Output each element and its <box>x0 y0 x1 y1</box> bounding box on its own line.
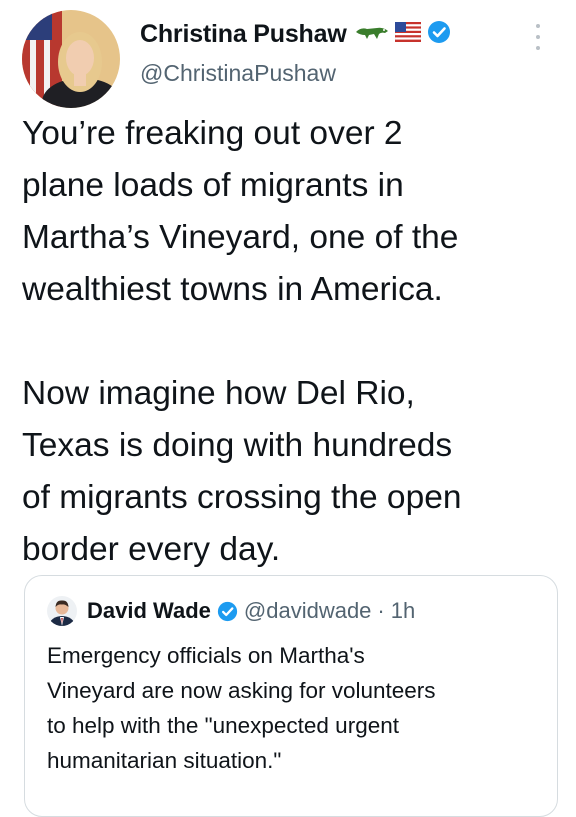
quoted-author-handle[interactable]: @davidwade <box>244 598 372 624</box>
quoted-timestamp[interactable]: 1h <box>391 598 415 624</box>
quoted-author-name[interactable]: David Wade <box>87 598 211 624</box>
verified-badge-icon <box>427 20 451 49</box>
tweet-text-line: Martha’s Vineyard, one of the <box>22 219 459 256</box>
author-name-icons <box>355 20 451 49</box>
tweet: Christina Pushaw @ChristinaPushaw You’re… <box>0 0 576 817</box>
alligator-icon <box>355 23 389 46</box>
quoted-text-line: to help with the "unexpected urgent <box>47 713 399 738</box>
tweet-text-line: wealthiest towns in America. <box>22 271 443 308</box>
quoted-tweet[interactable]: David Wade @davidwade · 1h Emergency off… <box>24 575 558 817</box>
more-dot-icon <box>536 24 540 28</box>
more-dot-icon <box>536 35 540 39</box>
tweet-text: You’re freaking out over 2 plane loads o… <box>22 108 562 576</box>
more-options-button[interactable] <box>528 24 548 50</box>
verified-badge-icon <box>217 601 238 622</box>
quoted-text-line: humanitarian situation." <box>47 748 282 773</box>
tweet-text-line: border every day. <box>22 531 281 568</box>
tweet-text-line: of migrants crossing the open <box>22 479 462 516</box>
author-name-row: Christina Pushaw <box>140 20 451 49</box>
us-flag-icon <box>394 21 421 47</box>
author-handle[interactable]: @ChristinaPushaw <box>140 60 336 87</box>
author-display-name[interactable]: Christina Pushaw <box>140 20 347 49</box>
quoted-author-avatar[interactable] <box>47 596 77 626</box>
quoted-text-line: Emergency officials on Martha's <box>47 643 365 668</box>
tweet-text-line: plane loads of migrants in <box>22 167 404 204</box>
quoted-tweet-text: Emergency officials on Martha's Vineyard… <box>47 638 547 778</box>
separator-dot: · <box>377 598 385 623</box>
quoted-tweet-header: David Wade @davidwade · 1h <box>47 596 415 626</box>
tweet-text-line: You’re freaking out over 2 <box>22 115 403 152</box>
more-dot-icon <box>536 46 540 50</box>
quoted-text-line: Vineyard are now asking for volunteers <box>47 678 436 703</box>
author-avatar[interactable] <box>22 10 120 108</box>
tweet-text-line: Texas is doing with hundreds <box>22 427 453 464</box>
tweet-text-line: Now imagine how Del Rio, <box>22 375 415 412</box>
